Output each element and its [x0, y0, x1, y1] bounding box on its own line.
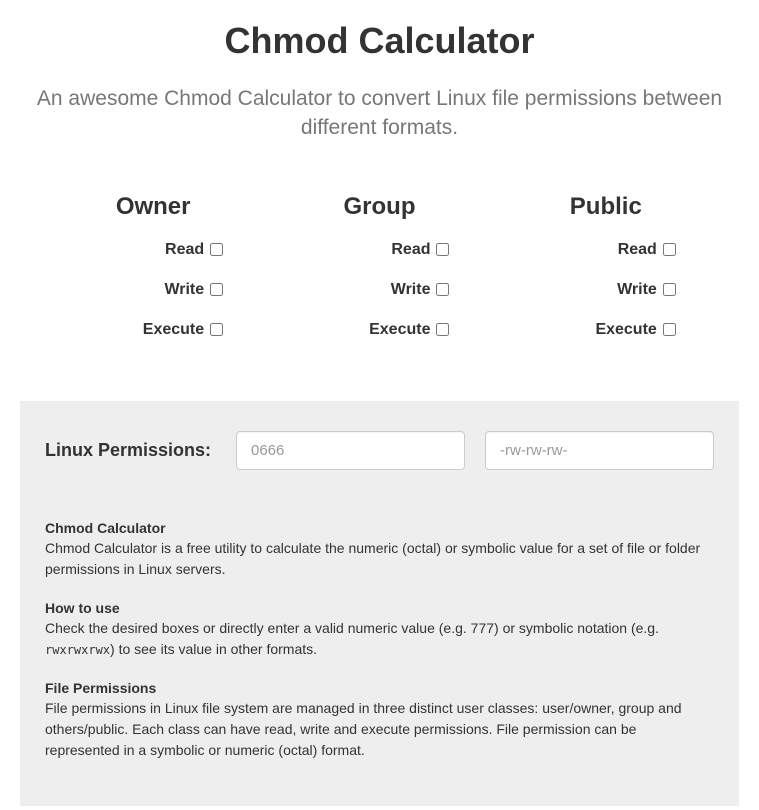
- owner-heading: Owner: [53, 193, 253, 221]
- results-label: Linux Permissions:: [45, 440, 236, 461]
- group-write-checkbox[interactable]: [436, 283, 449, 296]
- page-subtitle: An awesome Chmod Calculator to convert L…: [20, 84, 739, 143]
- public-execute-label: Execute: [595, 321, 656, 339]
- page-title: Chmod Calculator: [20, 20, 739, 62]
- owner-read-row: Read: [53, 241, 253, 259]
- symbolic-input[interactable]: [485, 431, 714, 470]
- group-write-label: Write: [391, 281, 431, 299]
- group-execute-row: Execute: [279, 321, 479, 339]
- info-heading: How to use: [45, 600, 714, 616]
- group-write-row: Write: [279, 281, 479, 299]
- info-heading: File Permissions: [45, 680, 714, 696]
- info-heading: Chmod Calculator: [45, 520, 714, 536]
- results-panel: Linux Permissions: Chmod Calculator Chmo…: [20, 401, 739, 806]
- public-column: Public Read Write Execute: [506, 193, 706, 361]
- owner-execute-label: Execute: [143, 321, 204, 339]
- owner-column: Owner Read Write Execute: [53, 193, 253, 361]
- public-execute-checkbox[interactable]: [663, 323, 676, 336]
- owner-write-checkbox[interactable]: [210, 283, 223, 296]
- info-body: Chmod Calculator is a free utility to ca…: [45, 538, 714, 580]
- group-heading: Group: [279, 193, 479, 221]
- permissions-grid: Owner Read Write Execute Group Read Writ…: [20, 193, 739, 361]
- public-heading: Public: [506, 193, 706, 221]
- group-column: Group Read Write Execute: [279, 193, 479, 361]
- group-read-checkbox[interactable]: [436, 243, 449, 256]
- public-write-checkbox[interactable]: [663, 283, 676, 296]
- public-execute-row: Execute: [506, 321, 706, 339]
- octal-input[interactable]: [236, 431, 465, 470]
- owner-read-checkbox[interactable]: [210, 243, 223, 256]
- public-read-row: Read: [506, 241, 706, 259]
- owner-execute-row: Execute: [53, 321, 253, 339]
- info-body: Check the desired boxes or directly ente…: [45, 618, 714, 660]
- owner-write-label: Write: [164, 281, 204, 299]
- owner-execute-checkbox[interactable]: [210, 323, 223, 336]
- owner-write-row: Write: [53, 281, 253, 299]
- group-execute-label: Execute: [369, 321, 430, 339]
- info-how-to-use: How to use Check the desired boxes or di…: [45, 600, 714, 660]
- group-read-label: Read: [391, 241, 430, 259]
- info-chmod-calculator: Chmod Calculator Chmod Calculator is a f…: [45, 520, 714, 580]
- info-body-code: rwxrwxrwx: [45, 643, 110, 657]
- public-read-label: Read: [618, 241, 657, 259]
- group-read-row: Read: [279, 241, 479, 259]
- info-body-prefix: Check the desired boxes or directly ente…: [45, 620, 659, 636]
- info-body-suffix: ) to see its value in other formats.: [110, 641, 317, 657]
- group-execute-checkbox[interactable]: [436, 323, 449, 336]
- public-write-label: Write: [617, 281, 657, 299]
- public-read-checkbox[interactable]: [663, 243, 676, 256]
- info-file-permissions: File Permissions File permissions in Lin…: [45, 680, 714, 761]
- results-row: Linux Permissions:: [45, 431, 714, 470]
- public-write-row: Write: [506, 281, 706, 299]
- info-body: File permissions in Linux file system ar…: [45, 698, 714, 761]
- results-inputs: [236, 431, 714, 470]
- owner-read-label: Read: [165, 241, 204, 259]
